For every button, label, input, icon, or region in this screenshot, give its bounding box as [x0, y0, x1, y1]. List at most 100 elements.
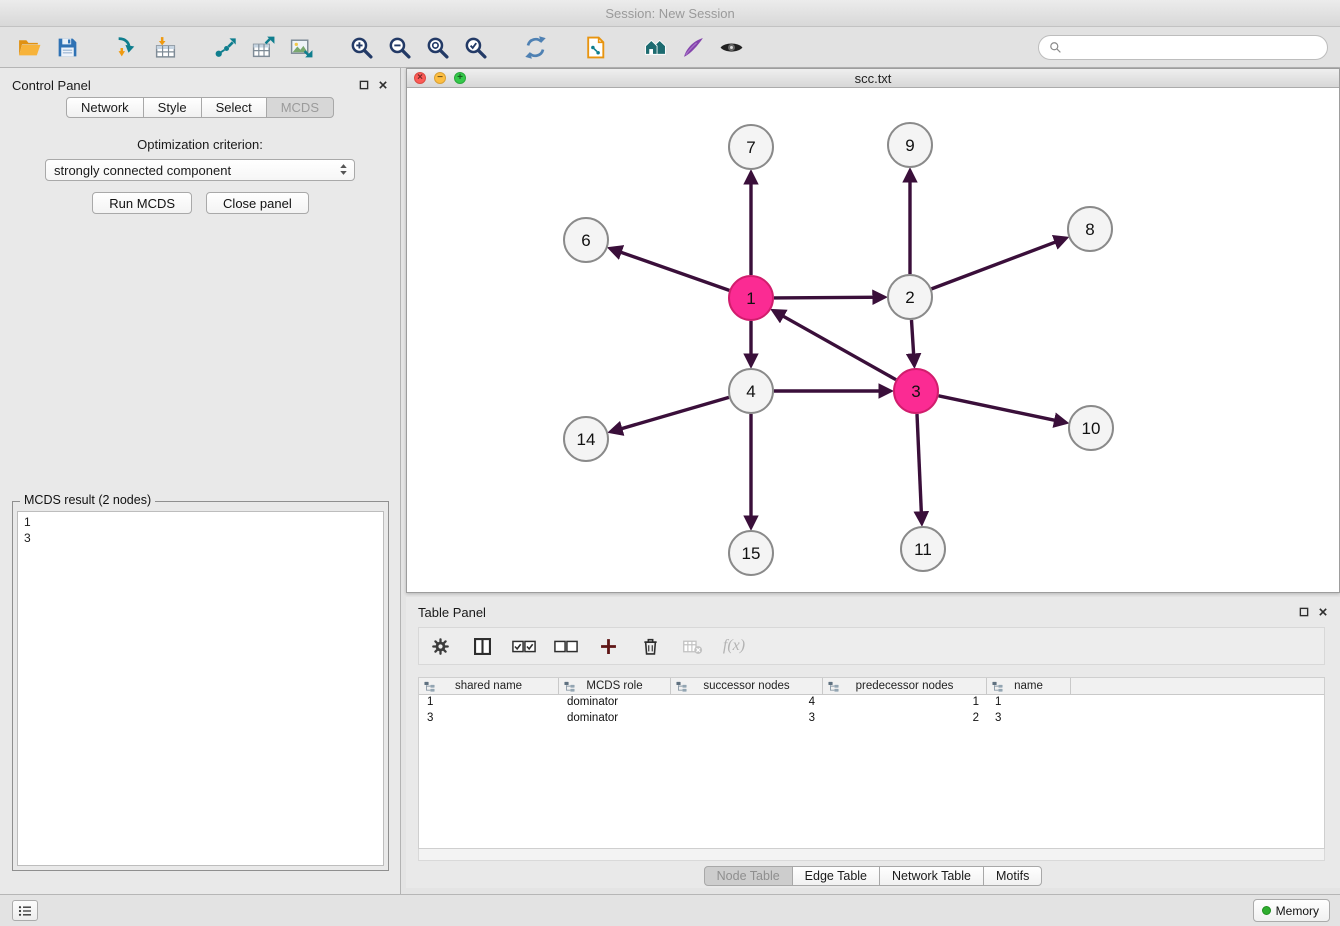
run-mcds-button[interactable]: Run MCDS — [92, 192, 192, 214]
tab-node-table[interactable]: Node Table — [704, 866, 793, 886]
float-panel-icon[interactable] — [359, 80, 369, 90]
tab-style[interactable]: Style — [143, 97, 202, 118]
graph-node-2[interactable]: 2 — [888, 275, 932, 319]
cell-name[interactable]: 1 — [987, 695, 1071, 711]
zoom-in-button[interactable] — [342, 31, 380, 63]
annotations-button[interactable] — [674, 31, 712, 63]
memory-button[interactable]: Memory — [1253, 899, 1330, 922]
task-history-button[interactable] — [12, 900, 38, 921]
tab-network[interactable]: Network — [66, 97, 144, 118]
edge-3-10[interactable] — [939, 396, 1066, 423]
tab-network-table[interactable]: Network Table — [879, 866, 984, 886]
show-columns-button[interactable] — [469, 631, 495, 661]
unselect-all-rows-icon — [554, 640, 578, 653]
table-panel: Table Panel f(x) shared nameMCDS rolesuc… — [406, 597, 1340, 888]
zoom-fit-button[interactable] — [418, 31, 456, 63]
refresh-button[interactable] — [516, 31, 554, 63]
minimize-window-button[interactable]: − — [434, 72, 446, 84]
network-canvas[interactable]: 7 9 6 8 1 2 4 3 14 10 15 11 — [407, 89, 1339, 592]
import-table-button[interactable] — [146, 31, 184, 63]
column-header-predecessor-nodes[interactable]: predecessor nodes — [823, 678, 987, 694]
cell-shared-name[interactable]: 3 — [419, 711, 559, 727]
show-hide-button[interactable] — [712, 31, 750, 63]
cell-predecessor-nodes[interactable]: 1 — [823, 695, 987, 711]
tab-motifs[interactable]: Motifs — [983, 866, 1042, 886]
edge-1-2[interactable] — [774, 297, 884, 298]
edge-3-11[interactable] — [917, 414, 922, 523]
cell-name[interactable]: 3 — [987, 711, 1071, 727]
network-window-title-bar[interactable]: × − + scc.txt — [407, 69, 1339, 88]
graph-node-15[interactable]: 15 — [729, 531, 773, 575]
mcds-result-list[interactable]: 13 — [17, 511, 384, 866]
float-table-panel-icon[interactable] — [1299, 607, 1309, 617]
close-panel-button[interactable]: Close panel — [206, 192, 309, 214]
graph-node-6[interactable]: 6 — [564, 218, 608, 262]
node-label: 7 — [746, 138, 755, 157]
edge-3-1[interactable] — [774, 311, 896, 380]
edge-2-8[interactable] — [932, 238, 1066, 289]
open-session-button[interactable] — [10, 31, 48, 63]
first-neighbors-button[interactable] — [636, 31, 674, 63]
close-panel-icon[interactable] — [378, 80, 388, 90]
zoom-fit-icon — [425, 35, 450, 60]
cell-shared-name[interactable]: 1 — [419, 695, 559, 711]
node-label: 2 — [905, 288, 914, 307]
graph-node-7[interactable]: 7 — [729, 125, 773, 169]
import-network-icon — [115, 35, 140, 60]
graph-node-14[interactable]: 14 — [564, 417, 608, 461]
table-horizontal-scrollbar[interactable] — [418, 849, 1325, 861]
criterion-select[interactable]: strongly connected component — [45, 159, 355, 181]
search-box[interactable] — [1038, 35, 1328, 60]
export-table-button[interactable] — [244, 31, 282, 63]
column-header-shared-name[interactable]: shared name — [419, 678, 559, 694]
tab-mcds[interactable]: MCDS — [266, 97, 334, 118]
tab-edge-table[interactable]: Edge Table — [792, 866, 880, 886]
table-row[interactable]: 3dominator323 — [419, 711, 1324, 727]
edge-2-3[interactable] — [912, 320, 915, 365]
delete-row-button[interactable] — [637, 631, 663, 661]
task-list-icon — [18, 905, 32, 917]
maximize-window-button[interactable]: + — [454, 72, 466, 84]
cell-MCDS-role[interactable]: dominator — [559, 695, 671, 711]
export-network-button[interactable] — [206, 31, 244, 63]
graph-node-8[interactable]: 8 — [1068, 207, 1112, 251]
graph-node-3[interactable]: 3 — [894, 369, 938, 413]
export-image-button[interactable] — [282, 31, 320, 63]
column-header-name[interactable]: name — [987, 678, 1071, 694]
import-network-button[interactable] — [108, 31, 146, 63]
unselect-all-rows-button[interactable] — [553, 631, 579, 661]
node-label: 14 — [577, 430, 596, 449]
settings-button[interactable] — [427, 631, 453, 661]
column-header-successor-nodes[interactable]: successor nodes — [671, 678, 823, 694]
tab-select[interactable]: Select — [201, 97, 267, 118]
edge-4-14[interactable] — [611, 397, 729, 431]
add-row-button[interactable] — [595, 631, 621, 661]
control-panel-header: Control Panel — [0, 68, 400, 94]
clone-network-button[interactable] — [576, 31, 614, 63]
cell-successor-nodes[interactable]: 4 — [671, 695, 823, 711]
network-canvas-svg: 7 9 6 8 1 2 4 3 14 10 15 11 — [407, 89, 1339, 592]
search-input[interactable] — [1068, 41, 1317, 55]
graph-node-10[interactable]: 10 — [1069, 406, 1113, 450]
zoom-out-button[interactable] — [380, 31, 418, 63]
close-window-button[interactable]: × — [414, 72, 426, 84]
edge-1-6[interactable] — [611, 249, 730, 291]
node-label: 4 — [746, 382, 755, 401]
node-label: 10 — [1082, 419, 1101, 438]
delete-table-button[interactable] — [679, 631, 705, 661]
graph-node-11[interactable]: 11 — [901, 527, 945, 571]
cell-predecessor-nodes[interactable]: 2 — [823, 711, 987, 727]
cell-MCDS-role[interactable]: dominator — [559, 711, 671, 727]
column-header-MCDS-role[interactable]: MCDS role — [559, 678, 671, 694]
close-table-panel-icon[interactable] — [1318, 607, 1328, 617]
graph-node-9[interactable]: 9 — [888, 123, 932, 167]
select-all-rows-button[interactable] — [511, 631, 537, 661]
apply-function-button[interactable]: f(x) — [721, 631, 747, 661]
cell-successor-nodes[interactable]: 3 — [671, 711, 823, 727]
criterion-value: strongly connected component — [54, 163, 231, 178]
table-row[interactable]: 1dominator411 — [419, 695, 1324, 711]
zoom-selected-button[interactable] — [456, 31, 494, 63]
save-session-button[interactable] — [48, 31, 86, 63]
graph-node-4[interactable]: 4 — [729, 369, 773, 413]
graph-node-1[interactable]: 1 — [729, 276, 773, 320]
